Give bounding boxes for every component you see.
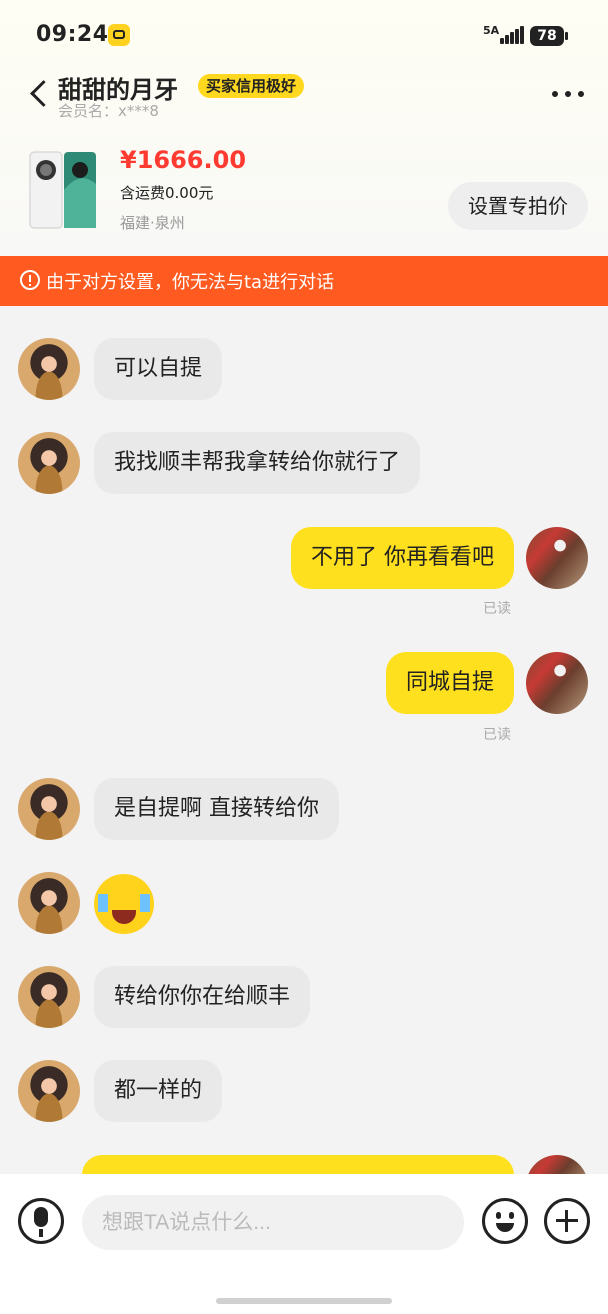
emoji-icon[interactable] (482, 1198, 528, 1244)
app-notification-icon (108, 24, 130, 46)
my-avatar[interactable] (526, 652, 588, 714)
member-name: 会员名：x***8 (58, 102, 159, 120)
notice-text: 由于对方设置，你无法与ta进行对话 (46, 272, 335, 293)
crying-laughing-emoji-icon (94, 874, 154, 934)
message-bubble: 可以自提 (94, 338, 223, 400)
network-label: 5A (483, 24, 500, 37)
notice-banner: 由于对方设置，你无法与ta进行对话 (0, 256, 608, 306)
my-message-bubble: 不用了 你再看看吧 (291, 527, 514, 589)
my-avatar[interactable] (526, 527, 588, 589)
product-price: ¥1666.00 (120, 146, 247, 174)
warning-icon (20, 270, 40, 290)
shipping-fee: 含运费0.00元 (120, 184, 214, 202)
plus-icon[interactable] (544, 1198, 590, 1244)
set-special-price-button[interactable]: 设置专拍价 (448, 182, 588, 230)
signal-icon (500, 26, 524, 44)
seller-location: 福建·泉州 (120, 214, 185, 232)
read-status: 已读 (483, 727, 511, 743)
message-input[interactable] (82, 1195, 464, 1250)
microphone-icon[interactable] (18, 1198, 64, 1244)
message-bubble: 我找顺丰帮我拿转给你就行了 (94, 432, 421, 494)
my-message-bubble: 同城自提 (385, 652, 514, 714)
credit-badge: 买家信用极好 (198, 74, 305, 98)
contact-avatar[interactable] (18, 966, 80, 1028)
message-bubble: 都一样的 (94, 1060, 223, 1122)
contact-avatar[interactable] (18, 432, 80, 494)
back-arrow-icon[interactable] (24, 76, 54, 112)
home-indicator[interactable] (216, 1298, 392, 1304)
contact-avatar[interactable] (18, 338, 80, 400)
battery-icon: 78 (530, 26, 568, 46)
status-time: 09:24 (36, 22, 109, 47)
more-options-icon[interactable] (548, 84, 588, 104)
contact-avatar[interactable] (18, 872, 80, 934)
message-bubble: 转给你你在给顺丰 (94, 966, 311, 1028)
product-thumbnail[interactable] (28, 150, 98, 230)
read-status: 已读 (483, 601, 511, 617)
contact-avatar[interactable] (18, 1060, 80, 1122)
contact-avatar[interactable] (18, 778, 80, 840)
message-bubble: 是自提啊 直接转给你 (94, 778, 339, 840)
